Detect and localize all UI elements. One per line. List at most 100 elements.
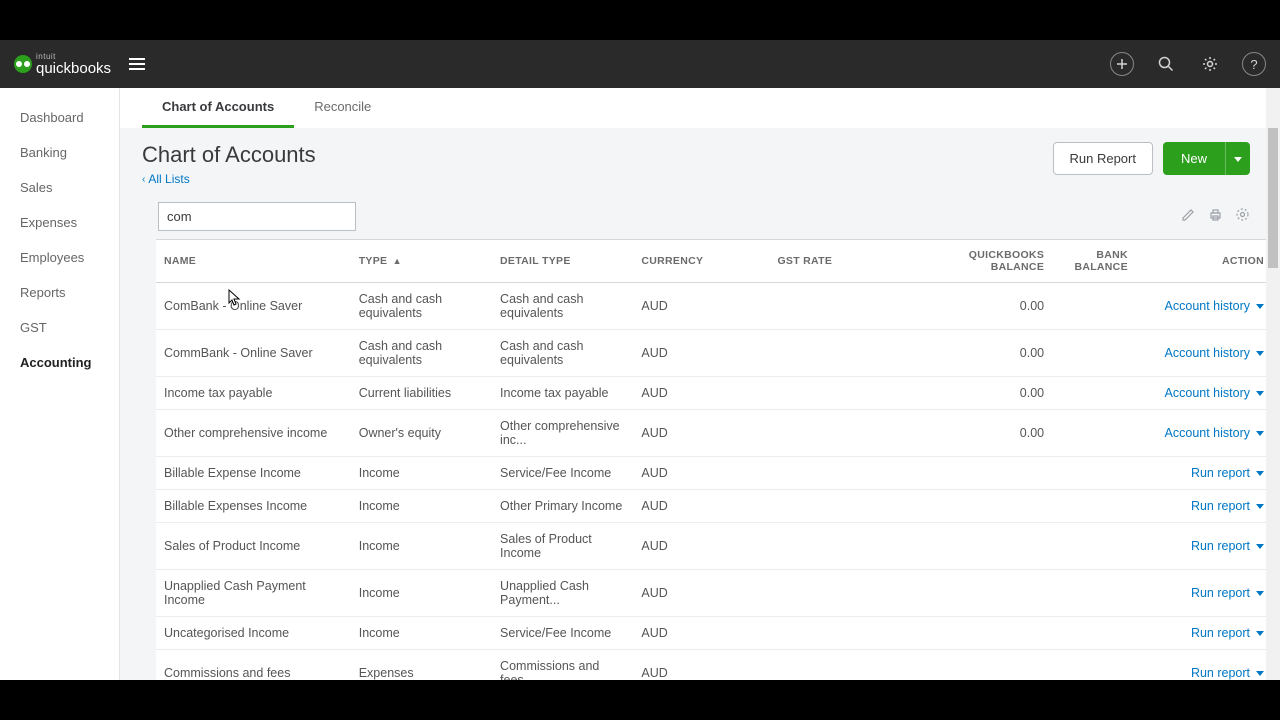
scrollbar-thumb[interactable]	[1268, 128, 1278, 268]
action-dropdown[interactable]	[1256, 666, 1264, 680]
page-title: Chart of Accounts	[142, 142, 316, 168]
col-type[interactable]: TYPE ▲	[351, 240, 492, 283]
action-dropdown[interactable]	[1256, 346, 1264, 360]
cell-currency: AUD	[633, 457, 769, 490]
run-report-link[interactable]: Run report	[1191, 586, 1250, 600]
run-report-link[interactable]: Run report	[1191, 466, 1250, 480]
run-report-link[interactable]: Run report	[1191, 666, 1250, 680]
cell-gst	[769, 330, 905, 377]
cell-gst	[769, 377, 905, 410]
account-history-link[interactable]: Account history	[1165, 346, 1250, 360]
action-dropdown[interactable]	[1256, 539, 1264, 553]
toolbar-row	[120, 192, 1280, 239]
table-row: Billable Expense IncomeIncomeService/Fee…	[156, 457, 1272, 490]
sidebar-item-expenses[interactable]: Expenses	[0, 205, 119, 240]
col-detail[interactable]: DETAIL TYPE	[492, 240, 633, 283]
cell-gst	[769, 650, 905, 681]
cell-qb	[906, 570, 1053, 617]
table-row: Billable Expenses IncomeIncomeOther Prim…	[156, 490, 1272, 523]
cell-action: Account history	[1136, 330, 1272, 377]
action-dropdown[interactable]	[1256, 586, 1264, 600]
logo-text: intuit quickbooks	[36, 53, 111, 76]
cell-currency: AUD	[633, 410, 769, 457]
account-history-link[interactable]: Account history	[1165, 299, 1250, 313]
account-history-link[interactable]: Account history	[1165, 386, 1250, 400]
col-qb-balance[interactable]: QUICKBOOKS BALANCE	[906, 240, 1053, 283]
action-dropdown[interactable]	[1256, 466, 1264, 480]
sidebar-item-banking[interactable]: Banking	[0, 135, 119, 170]
run-report-link[interactable]: Run report	[1191, 626, 1250, 640]
table-row: Uncategorised IncomeIncomeService/Fee In…	[156, 617, 1272, 650]
cell-bank	[1052, 650, 1136, 681]
sidebar-item-sales[interactable]: Sales	[0, 170, 119, 205]
cell-name: Billable Expense Income	[156, 457, 351, 490]
account-history-link[interactable]: Account history	[1165, 426, 1250, 440]
sidebar-item-reports[interactable]: Reports	[0, 275, 119, 310]
table-row: Income tax payableCurrent liabilitiesInc…	[156, 377, 1272, 410]
action-dropdown[interactable]	[1256, 426, 1264, 440]
caret-down-icon	[1256, 671, 1264, 676]
filter-input[interactable]	[158, 202, 356, 231]
cell-action: Account history	[1136, 410, 1272, 457]
table-row: Unapplied Cash Payment IncomeIncomeUnapp…	[156, 570, 1272, 617]
action-dropdown[interactable]	[1256, 299, 1264, 313]
tab-reconcile[interactable]: Reconcile	[294, 88, 391, 128]
tab-chart-of-accounts[interactable]: Chart of Accounts	[142, 88, 294, 128]
cell-currency: AUD	[633, 650, 769, 681]
cell-action: Run report	[1136, 570, 1272, 617]
new-button-dropdown[interactable]	[1225, 142, 1250, 175]
vertical-scrollbar[interactable]	[1266, 88, 1280, 680]
cell-qb	[906, 523, 1053, 570]
cell-type: Current liabilities	[351, 377, 492, 410]
caret-down-icon	[1256, 471, 1264, 476]
cell-action: Run report	[1136, 523, 1272, 570]
table-row: ComBank - Online SaverCash and cash equi…	[156, 283, 1272, 330]
cell-qb	[906, 457, 1053, 490]
cell-gst	[769, 617, 905, 650]
action-dropdown[interactable]	[1256, 386, 1264, 400]
caret-down-icon	[1256, 351, 1264, 356]
col-type-label: TYPE	[359, 255, 388, 267]
col-gst[interactable]: GST RATE	[769, 240, 905, 283]
caret-down-icon	[1256, 591, 1264, 596]
page-header: Chart of Accounts ‹ All Lists Run Report…	[120, 128, 1280, 192]
sidebar-item-accounting[interactable]: Accounting	[0, 345, 119, 380]
action-dropdown[interactable]	[1256, 499, 1264, 513]
help-icon[interactable]: ?	[1242, 52, 1266, 76]
menu-toggle-icon[interactable]	[129, 58, 145, 70]
sidebar-item-dashboard[interactable]: Dashboard	[0, 100, 119, 135]
cell-type: Income	[351, 523, 492, 570]
cell-type: Expenses	[351, 650, 492, 681]
col-currency[interactable]: CURRENCY	[633, 240, 769, 283]
breadcrumb-all-lists[interactable]: ‹ All Lists	[142, 172, 316, 186]
cell-bank	[1052, 523, 1136, 570]
settings-icon[interactable]	[1235, 207, 1250, 227]
logo[interactable]: intuit quickbooks	[14, 53, 111, 76]
table-scroll[interactable]: NAME TYPE ▲ DETAIL TYPE CURRENCY GST RAT…	[120, 239, 1280, 680]
caret-down-icon	[1256, 631, 1264, 636]
run-report-button[interactable]: Run Report	[1053, 142, 1153, 175]
topbar-right: ?	[1110, 52, 1266, 76]
table-row: Commissions and feesExpensesCommissions …	[156, 650, 1272, 681]
action-dropdown[interactable]	[1256, 626, 1264, 640]
cell-action: Account history	[1136, 377, 1272, 410]
col-action: ACTION	[1136, 240, 1272, 283]
col-bank-balance[interactable]: BANK BALANCE	[1052, 240, 1136, 283]
cell-detail: Sales of Product Income	[492, 523, 633, 570]
col-name[interactable]: NAME	[156, 240, 351, 283]
breadcrumb-label: All Lists	[148, 172, 189, 186]
run-report-link[interactable]: Run report	[1191, 499, 1250, 513]
cell-detail: Cash and cash equivalents	[492, 283, 633, 330]
create-icon[interactable]	[1110, 52, 1134, 76]
print-icon[interactable]	[1208, 207, 1223, 227]
cell-detail: Income tax payable	[492, 377, 633, 410]
edit-icon[interactable]	[1181, 207, 1196, 227]
gear-icon[interactable]	[1198, 52, 1222, 76]
cell-currency: AUD	[633, 377, 769, 410]
new-button[interactable]: New	[1163, 142, 1225, 175]
letterbox-bottom	[0, 680, 1280, 720]
search-icon[interactable]	[1154, 52, 1178, 76]
sidebar-item-gst[interactable]: GST	[0, 310, 119, 345]
run-report-link[interactable]: Run report	[1191, 539, 1250, 553]
sidebar-item-employees[interactable]: Employees	[0, 240, 119, 275]
